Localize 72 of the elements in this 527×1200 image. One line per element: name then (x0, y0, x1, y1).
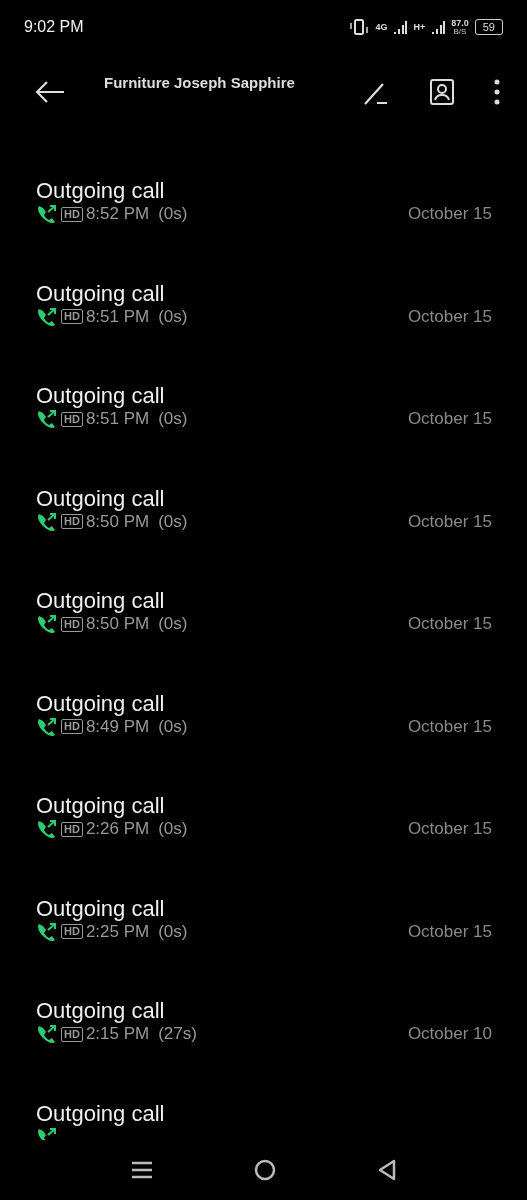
more-icon (493, 79, 501, 105)
signal-icon (393, 20, 408, 34)
speed-unit: B/S (453, 27, 467, 36)
call-duration: (0s) (158, 204, 188, 224)
vibrate-icon (349, 19, 370, 35)
back-icon (376, 1159, 397, 1181)
hd-badge: HD (61, 821, 83, 837)
home-icon (253, 1159, 276, 1181)
call-type: Outgoing call (36, 280, 166, 307)
call-time: 2:26 PM (85, 819, 150, 839)
call-time: 8:52 PM (85, 204, 150, 224)
call-duration: (0s) (158, 716, 188, 737)
outgoing-call-icon (36, 819, 58, 839)
call-duration: (0s) (158, 819, 188, 839)
call-type: Outgoing call (36, 998, 166, 1024)
call-type: Outgoing call (36, 793, 166, 819)
call-type: Outgoing call (36, 690, 166, 717)
network-speed: 87.0 (451, 18, 469, 28)
outgoing-call-icon (36, 1126, 58, 1140)
call-date: October 15 (407, 921, 492, 942)
battery-level: 59 (474, 19, 503, 35)
call-time: 2:15 PM (85, 1024, 150, 1044)
hd-badge: HD (61, 514, 83, 529)
call-date: October 15 (407, 204, 492, 224)
call-type: Outgoing call (36, 895, 166, 922)
hd-badge: HD (61, 206, 83, 222)
call-time: 8:51 PM (85, 306, 150, 327)
outgoing-call-icon (36, 409, 58, 429)
call-type: Outgoing call (36, 1100, 166, 1127)
hd-badge: HD (61, 924, 83, 939)
call-duration: (0s) (158, 409, 188, 429)
call-date: October 15 (407, 716, 492, 737)
outgoing-call-icon (36, 716, 58, 737)
outgoing-call-icon (36, 614, 58, 634)
outgoing-call-icon (36, 204, 58, 224)
hd-badge: HD (61, 309, 83, 324)
call-date: October 10 (407, 1024, 492, 1044)
call-time: 8:51 PM (85, 409, 150, 429)
call-time: 8:49 PM (85, 716, 150, 737)
call-type: Outgoing call (36, 383, 166, 409)
contact-card-icon (429, 78, 455, 106)
call-date: October 15 (407, 409, 492, 429)
call-duration: (27s) (158, 1024, 197, 1044)
hd-badge: HD (61, 719, 83, 734)
status-time: 9:02 PM (24, 18, 84, 36)
call-date: October 15 (407, 306, 492, 327)
call-type: Outgoing call (36, 178, 166, 204)
call-time: 8:50 PM (85, 511, 150, 532)
call-date: October 15 (407, 614, 492, 634)
network-type: H+ (413, 22, 426, 32)
call-duration: (0s) (158, 306, 188, 327)
network-type: 4G (375, 22, 388, 32)
menu-icon (130, 1160, 153, 1180)
call-time: 2:25 PM (85, 921, 150, 942)
call-type: Outgoing call (36, 588, 166, 614)
hd-badge: HD (61, 1026, 83, 1042)
hd-badge: HD (61, 411, 83, 427)
call-type: Outgoing call (36, 485, 166, 512)
call-date: October 15 (407, 511, 492, 532)
contact-name: Furniture Joseph Sapphire (104, 74, 296, 91)
outgoing-call-icon (36, 921, 58, 942)
outgoing-call-icon (36, 511, 58, 532)
call-time: 8:50 PM (85, 614, 150, 634)
outgoing-call-icon (36, 306, 58, 327)
signal-icon (431, 20, 446, 34)
call-duration: (0s) (158, 921, 188, 942)
hd-badge: HD (61, 616, 83, 632)
call-duration: (0s) (158, 511, 188, 532)
back-arrow-icon (34, 80, 66, 104)
call-duration: (0s) (158, 614, 188, 634)
call-date: October 15 (407, 819, 492, 839)
outgoing-call-icon (36, 1024, 58, 1044)
